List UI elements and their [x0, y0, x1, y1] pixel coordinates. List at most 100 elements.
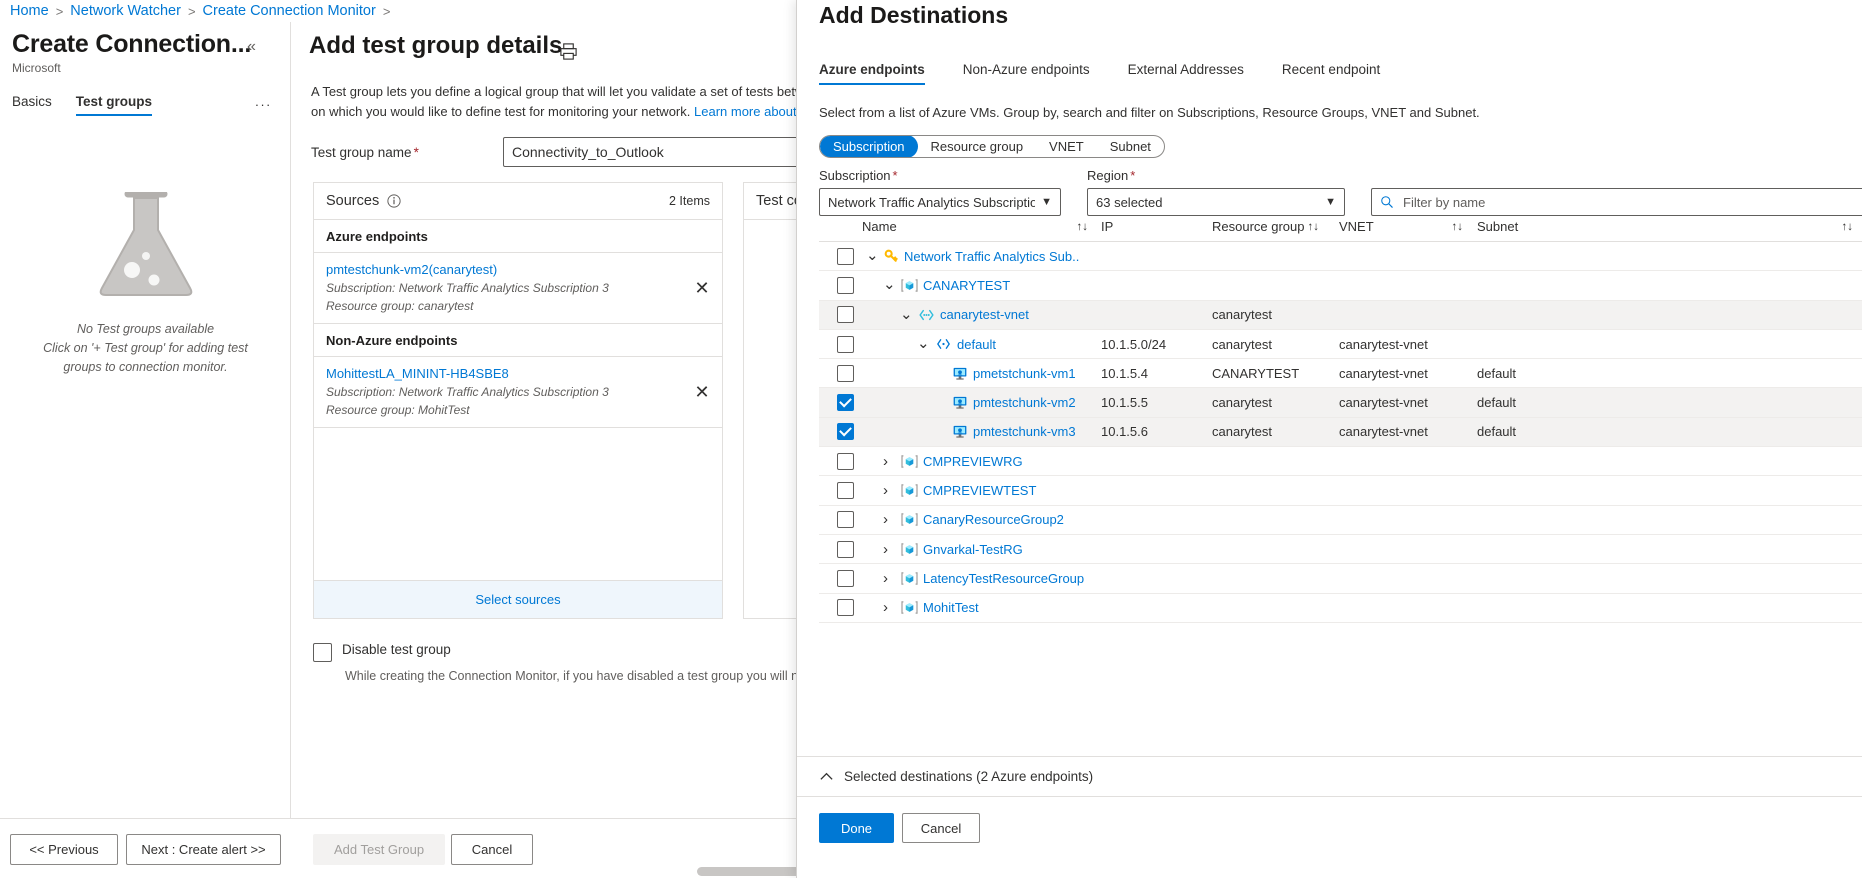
table-row[interactable]: › LatencyTestResourceGroup — [819, 564, 1862, 593]
row-checkbox[interactable] — [837, 453, 854, 470]
chevron-right-icon[interactable]: › — [883, 453, 896, 470]
sort-icon[interactable]: ↑↓ — [1842, 221, 1854, 233]
chevron-right-icon[interactable]: › — [883, 541, 896, 558]
row-name-label[interactable]: default — [957, 337, 996, 352]
chevron-down-icon[interactable]: ⌄ — [900, 311, 913, 319]
disable-test-group-checkbox[interactable] — [313, 643, 332, 662]
chevron-down-icon[interactable]: ⌄ — [866, 252, 879, 260]
selected-destinations-summary[interactable]: Selected destinations (2 Azure endpoints… — [797, 756, 1862, 796]
chevron-down-icon[interactable]: ⌄ — [917, 340, 930, 348]
sort-icon[interactable]: ↑↓ — [1452, 221, 1464, 233]
row-name-label[interactable]: pmetstchunk-vm1 — [973, 366, 1076, 381]
row-name-label[interactable]: CANARYTEST — [923, 278, 1010, 293]
double-chevron-left-icon[interactable]: « — [247, 38, 256, 56]
column-header-subnet[interactable]: Subnet ↑↓ — [1463, 219, 1862, 234]
row-checkbox[interactable] — [837, 306, 854, 323]
chevron-right-icon[interactable]: › — [883, 570, 896, 587]
row-checkbox[interactable] — [837, 541, 854, 558]
column-header-name[interactable]: Name ↑↓ — [862, 219, 1088, 234]
group-by-vnet[interactable]: VNET — [1036, 135, 1097, 158]
row-checkbox[interactable] — [837, 511, 854, 528]
row-name-label[interactable]: MohitTest — [923, 600, 979, 615]
table-row[interactable]: › Gnvarkal-TestRG — [819, 535, 1862, 564]
row-vnet-cell: canarytest-vnet — [1333, 395, 1463, 410]
test-group-name-input[interactable] — [503, 137, 799, 167]
sort-icon[interactable]: ↑↓ — [1308, 221, 1320, 233]
cancel-button[interactable]: Cancel — [902, 813, 980, 843]
chevron-right-icon[interactable]: › — [883, 511, 896, 528]
row-name-label[interactable]: Network Traffic Analytics Sub.. — [904, 249, 1079, 264]
source-endpoint-link[interactable]: pmtestchunk-vm2(canarytest) — [326, 262, 680, 277]
table-row[interactable]: pmtestchunk-vm310.1.5.6canarytestcanaryt… — [819, 418, 1862, 447]
cancel-button[interactable]: Cancel — [451, 834, 533, 865]
chevron-down-icon[interactable]: ⌄ — [883, 281, 896, 289]
column-header-resource-group[interactable]: Resource group ↑↓ — [1212, 219, 1333, 234]
row-checkbox-cell — [819, 394, 862, 411]
column-header-vnet[interactable]: VNET ↑↓ — [1333, 219, 1463, 234]
tab-test-groups[interactable]: Test groups — [76, 94, 152, 116]
table-row[interactable]: › CMPREVIEWRG — [819, 447, 1862, 476]
tab-external-addresses[interactable]: External Addresses — [1128, 62, 1244, 85]
table-row[interactable]: ⌄default10.1.5.0/24canarytestcanarytest-… — [819, 330, 1862, 359]
table-row[interactable]: pmtestchunk-vm210.1.5.5canarytestcanaryt… — [819, 388, 1862, 417]
chevron-right-icon[interactable]: › — [883, 599, 896, 616]
breadcrumb-item-home[interactable]: Home — [10, 3, 49, 19]
row-name-label[interactable]: LatencyTestResourceGroup — [923, 571, 1084, 586]
group-by-resource-group[interactable]: Resource group — [918, 135, 1037, 158]
row-resource-group-cell: canarytest — [1212, 424, 1333, 439]
row-name-label[interactable]: pmtestchunk-vm3 — [973, 424, 1076, 439]
next-create-alert-button[interactable]: Next : Create alert >> — [126, 834, 281, 865]
close-icon[interactable]: ✕ — [692, 279, 712, 297]
row-checkbox[interactable] — [837, 599, 854, 616]
chevron-up-icon[interactable] — [819, 769, 834, 784]
row-checkbox[interactable] — [837, 423, 854, 440]
row-name-label[interactable]: CMPREVIEWTEST — [923, 483, 1036, 498]
table-row[interactable]: ⌄canarytest-vnetcanarytest — [819, 301, 1862, 330]
tab-recent-endpoint[interactable]: Recent endpoint — [1282, 62, 1380, 85]
table-row[interactable]: › CMPREVIEWTEST — [819, 476, 1862, 505]
row-checkbox-cell — [819, 248, 862, 265]
tab-basics[interactable]: Basics — [12, 94, 52, 116]
add-test-group-button[interactable]: Add Test Group — [313, 834, 445, 865]
tab-azure-endpoints[interactable]: Azure endpoints — [819, 62, 925, 85]
row-checkbox[interactable] — [837, 336, 854, 353]
resource-group-icon — [901, 512, 918, 527]
create-connection-monitor-blade: Create Connection... « Microsoft Basics … — [0, 22, 291, 878]
sort-icon[interactable]: ↑↓ — [1077, 221, 1089, 233]
group-by-subscription[interactable]: Subscription — [820, 135, 918, 158]
close-icon[interactable]: ✕ — [692, 383, 712, 401]
row-checkbox[interactable] — [837, 365, 854, 382]
done-button[interactable]: Done — [819, 813, 894, 843]
table-row[interactable]: pmetstchunk-vm110.1.5.4CANARYTESTcanaryt… — [819, 359, 1862, 388]
row-name-label[interactable]: Gnvarkal-TestRG — [923, 542, 1023, 557]
column-header-ip[interactable]: IP — [1088, 219, 1212, 234]
row-name-label[interactable]: CMPREVIEWRG — [923, 454, 1023, 469]
search-input[interactable] — [1401, 194, 1862, 211]
row-checkbox[interactable] — [837, 277, 854, 294]
breadcrumb-item-create-connection-monitor[interactable]: Create Connection Monitor — [203, 3, 376, 19]
info-circle-icon[interactable] — [387, 194, 401, 208]
printer-icon[interactable] — [559, 42, 578, 61]
tab-non-azure-endpoints[interactable]: Non-Azure endpoints — [963, 62, 1090, 85]
table-row[interactable]: › MohitTest — [819, 594, 1862, 623]
table-row[interactable]: › CanaryResourceGroup2 — [819, 506, 1862, 535]
previous-button[interactable]: << Previous — [10, 834, 118, 865]
chevron-right-icon[interactable]: › — [883, 482, 896, 499]
row-name-label[interactable]: CanaryResourceGroup2 — [923, 512, 1064, 527]
row-checkbox[interactable] — [837, 570, 854, 587]
select-sources-button[interactable]: Select sources — [314, 580, 722, 618]
group-by-subnet[interactable]: Subnet — [1097, 135, 1164, 158]
tab-overflow-button[interactable]: ... — [255, 94, 272, 116]
row-checkbox-cell — [819, 306, 862, 323]
row-checkbox[interactable] — [837, 394, 854, 411]
source-endpoint-link[interactable]: MohittestLA_MININT-HB4SBE8 — [326, 366, 680, 381]
row-checkbox[interactable] — [837, 248, 854, 265]
main-description-line2: on which you would like to define test f… — [311, 104, 690, 119]
row-checkbox[interactable] — [837, 482, 854, 499]
row-checkbox-cell — [819, 511, 862, 528]
row-name-label[interactable]: canarytest-vnet — [940, 307, 1029, 322]
table-row[interactable]: ⌄ CANARYTEST — [819, 271, 1862, 300]
table-row[interactable]: ⌄ Network Traffic Analytics Sub.. — [819, 242, 1862, 271]
breadcrumb-item-network-watcher[interactable]: Network Watcher — [70, 3, 181, 19]
row-name-label[interactable]: pmtestchunk-vm2 — [973, 395, 1076, 410]
